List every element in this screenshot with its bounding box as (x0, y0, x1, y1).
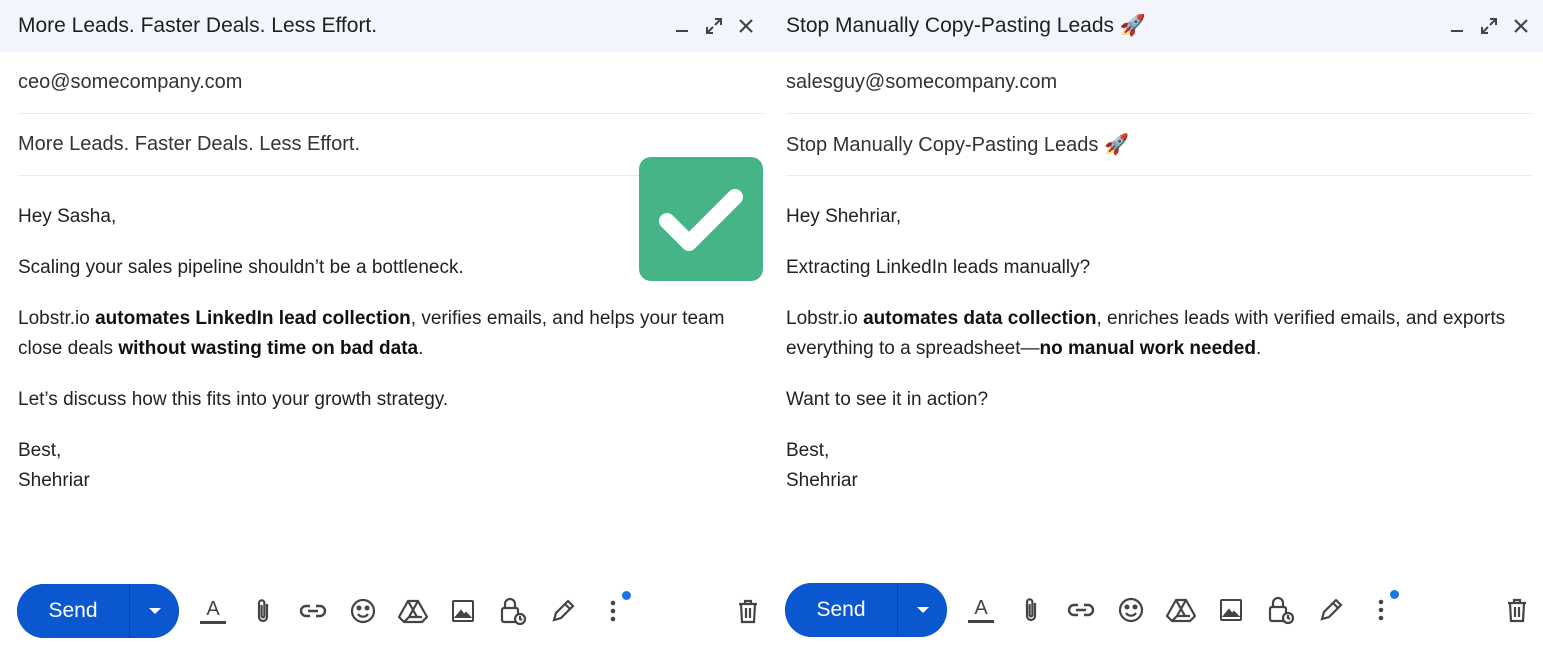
checkmark-badge-icon (639, 157, 763, 281)
minimize-icon[interactable] (670, 14, 694, 38)
confidential-icon[interactable] (497, 595, 529, 627)
send-button[interactable]: Send (17, 584, 129, 638)
link-icon[interactable] (1065, 594, 1097, 626)
subject-text: Stop Manually Copy-Pasting Leads 🚀 (786, 134, 1129, 156)
compose-header: Stop Manually Copy-Pasting Leads 🚀 (768, 0, 1543, 52)
paragraph-2: Lobstr.io automates LinkedIn lead collec… (18, 308, 725, 359)
message-body[interactable]: Hey Shehriar, Extracting LinkedIn leads … (768, 176, 1543, 496)
close-icon[interactable] (1509, 14, 1533, 38)
compose-toolbar: Send A (17, 584, 768, 638)
svg-text:A: A (974, 597, 988, 619)
greeting: Hey Shehriar, (786, 206, 902, 227)
emoji-icon[interactable] (347, 595, 379, 627)
paragraph-3: Want to see it in action? (786, 389, 989, 410)
compose-title: More Leads. Faster Deals. Less Effort. (18, 14, 378, 37)
signature: Best, Shehriar (786, 440, 858, 491)
send-button[interactable]: Send (785, 583, 897, 637)
compose-title: Stop Manually Copy-Pasting Leads 🚀 (786, 14, 1147, 37)
to-field[interactable]: ceo@somecompany.com (18, 52, 764, 114)
compose-toolbar: Send A (785, 583, 1543, 637)
compose-header: More Leads. Faster Deals. Less Effort. (0, 0, 768, 52)
signature-icon[interactable] (547, 595, 579, 627)
close-icon[interactable] (734, 14, 758, 38)
chevron-down-icon (916, 607, 929, 613)
attach-icon[interactable] (1015, 594, 1047, 626)
notification-dot (622, 591, 631, 600)
photo-icon[interactable] (447, 595, 479, 627)
recipient-email: salesguy@somecompany.com (786, 71, 1058, 93)
drive-icon[interactable] (1165, 594, 1197, 626)
chevron-down-icon (148, 608, 161, 614)
drive-icon[interactable] (397, 595, 429, 627)
svg-text:A: A (206, 598, 220, 620)
paragraph-3: Let’s discuss how this fits into your gr… (18, 389, 449, 410)
send-button-group: Send (17, 584, 179, 638)
notification-dot (1390, 590, 1399, 599)
send-options-button[interactable] (897, 583, 947, 637)
trash-icon[interactable] (732, 595, 764, 627)
trash-icon[interactable] (1501, 594, 1533, 626)
compose-window-right: Stop Manually Copy-Pasting Leads 🚀 sales… (768, 0, 1543, 648)
send-button-group: Send (785, 583, 947, 637)
minimize-icon[interactable] (1445, 14, 1469, 38)
compose-window-left: More Leads. Faster Deals. Less Effort. c… (0, 0, 768, 648)
emoji-icon[interactable] (1115, 594, 1147, 626)
subject-text: More Leads. Faster Deals. Less Effort. (18, 133, 361, 155)
send-options-button[interactable] (129, 584, 179, 638)
expand-icon[interactable] (702, 14, 726, 38)
to-field[interactable]: salesguy@somecompany.com (786, 52, 1532, 114)
more-icon[interactable] (1365, 590, 1399, 626)
format-text-icon[interactable]: A (197, 595, 229, 627)
format-text-icon[interactable]: A (965, 594, 997, 626)
paragraph-2: Lobstr.io automates data collection, enr… (786, 308, 1506, 359)
paragraph-1: Extracting LinkedIn leads manually? (786, 257, 1091, 278)
more-icon[interactable] (597, 591, 631, 627)
signature-icon[interactable] (1315, 594, 1347, 626)
subject-field[interactable]: Stop Manually Copy-Pasting Leads 🚀 (786, 114, 1532, 176)
photo-icon[interactable] (1215, 594, 1247, 626)
confidential-icon[interactable] (1265, 594, 1297, 626)
signature: Best, Shehriar (18, 440, 90, 491)
link-icon[interactable] (297, 595, 329, 627)
expand-icon[interactable] (1477, 14, 1501, 38)
attach-icon[interactable] (247, 595, 279, 627)
recipient-email: ceo@somecompany.com (18, 71, 243, 93)
